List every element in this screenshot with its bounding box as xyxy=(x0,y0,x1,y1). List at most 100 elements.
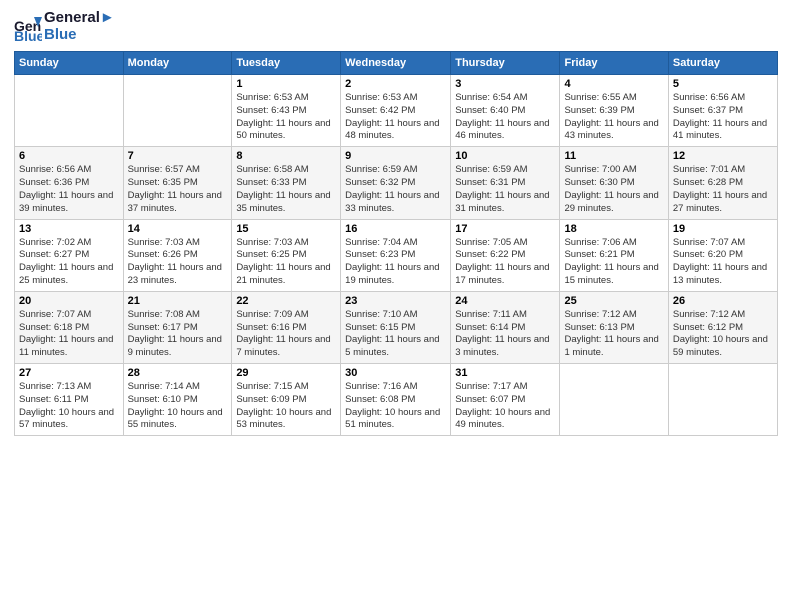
day-info: Sunrise: 6:53 AM Sunset: 6:42 PM Dayligh… xyxy=(345,92,446,143)
day-number: 25 xyxy=(564,295,663,307)
day-number: 2 xyxy=(345,78,446,90)
calendar-cell: 18 Sunrise: 7:06 AM Sunset: 6:21 PM Dayli… xyxy=(560,219,668,291)
weekday-header-sunday: Sunday xyxy=(15,52,124,75)
logo-blue: Blue xyxy=(44,27,115,44)
calendar-cell xyxy=(123,75,232,147)
day-info: Sunrise: 7:07 AM Sunset: 6:18 PM Dayligh… xyxy=(19,309,119,360)
day-number: 1 xyxy=(236,78,336,90)
calendar-cell: 25 Sunrise: 7:12 AM Sunset: 6:13 PM Dayli… xyxy=(560,291,668,363)
calendar-cell: 30 Sunrise: 7:16 AM Sunset: 6:08 PM Dayli… xyxy=(341,364,451,436)
day-info: Sunrise: 7:08 AM Sunset: 6:17 PM Dayligh… xyxy=(128,309,228,360)
svg-text:Blue: Blue xyxy=(14,28,42,41)
day-info: Sunrise: 7:07 AM Sunset: 6:20 PM Dayligh… xyxy=(673,237,773,288)
day-number: 3 xyxy=(455,78,555,90)
day-number: 22 xyxy=(236,295,336,307)
day-number: 4 xyxy=(564,78,663,90)
day-number: 18 xyxy=(564,223,663,235)
calendar-cell: 3Sunrise: 6:54 AM Sunset: 6:40 PM Daylig… xyxy=(451,75,560,147)
calendar-cell: 5 Sunrise: 6:56 AM Sunset: 6:37 PM Daylig… xyxy=(668,75,777,147)
day-number: 16 xyxy=(345,223,446,235)
day-number: 15 xyxy=(236,223,336,235)
day-info: Sunrise: 7:05 AM Sunset: 6:22 PM Dayligh… xyxy=(455,237,555,288)
week-row-5: 27Sunrise: 7:13 AM Sunset: 6:11 PM Dayli… xyxy=(15,364,778,436)
weekday-header-saturday: Saturday xyxy=(668,52,777,75)
calendar-cell: 23 Sunrise: 7:10 AM Sunset: 6:15 PM Dayli… xyxy=(341,291,451,363)
week-row-4: 20Sunrise: 7:07 AM Sunset: 6:18 PM Dayli… xyxy=(15,291,778,363)
day-number: 29 xyxy=(236,367,336,379)
day-info: Sunrise: 7:02 AM Sunset: 6:27 PM Dayligh… xyxy=(19,237,119,288)
day-number: 5 xyxy=(673,78,773,90)
weekday-header-tuesday: Tuesday xyxy=(232,52,341,75)
day-number: 28 xyxy=(128,367,228,379)
day-number: 27 xyxy=(19,367,119,379)
weekday-header-wednesday: Wednesday xyxy=(341,52,451,75)
day-number: 11 xyxy=(564,150,663,162)
calendar-cell: 28 Sunrise: 7:14 AM Sunset: 6:10 PM Dayli… xyxy=(123,364,232,436)
day-info: Sunrise: 7:16 AM Sunset: 6:08 PM Dayligh… xyxy=(345,381,446,432)
weekday-header-monday: Monday xyxy=(123,52,232,75)
day-number: 10 xyxy=(455,150,555,162)
day-number: 21 xyxy=(128,295,228,307)
day-number: 13 xyxy=(19,223,119,235)
day-number: 8 xyxy=(236,150,336,162)
day-info: Sunrise: 6:59 AM Sunset: 6:32 PM Dayligh… xyxy=(345,164,446,215)
calendar-cell: 19 Sunrise: 7:07 AM Sunset: 6:20 PM Dayli… xyxy=(668,219,777,291)
day-info: Sunrise: 7:03 AM Sunset: 6:25 PM Dayligh… xyxy=(236,237,336,288)
calendar-cell: 22 Sunrise: 7:09 AM Sunset: 6:16 PM Dayli… xyxy=(232,291,341,363)
weekday-header-thursday: Thursday xyxy=(451,52,560,75)
calendar-cell xyxy=(668,364,777,436)
week-row-3: 13 Sunrise: 7:02 AM Sunset: 6:27 PM Dayli… xyxy=(15,219,778,291)
calendar-cell: 15 Sunrise: 7:03 AM Sunset: 6:25 PM Dayli… xyxy=(232,219,341,291)
weekday-header-friday: Friday xyxy=(560,52,668,75)
day-info: Sunrise: 7:06 AM Sunset: 6:21 PM Dayligh… xyxy=(564,237,663,288)
day-number: 31 xyxy=(455,367,555,379)
day-number: 12 xyxy=(673,150,773,162)
day-number: 26 xyxy=(673,295,773,307)
day-info: Sunrise: 6:53 AM Sunset: 6:43 PM Dayligh… xyxy=(236,92,336,143)
day-number: 19 xyxy=(673,223,773,235)
day-number: 30 xyxy=(345,367,446,379)
calendar-cell xyxy=(560,364,668,436)
day-info: Sunrise: 7:11 AM Sunset: 6:14 PM Dayligh… xyxy=(455,309,555,360)
calendar-cell: 26 Sunrise: 7:12 AM Sunset: 6:12 PM Dayli… xyxy=(668,291,777,363)
day-info: Sunrise: 7:00 AM Sunset: 6:30 PM Dayligh… xyxy=(564,164,663,215)
calendar-cell: 24 Sunrise: 7:11 AM Sunset: 6:14 PM Dayli… xyxy=(451,291,560,363)
day-number: 14 xyxy=(128,223,228,235)
calendar-cell: 14 Sunrise: 7:03 AM Sunset: 6:26 PM Dayli… xyxy=(123,219,232,291)
day-number: 24 xyxy=(455,295,555,307)
calendar-cell: 4Sunrise: 6:55 AM Sunset: 6:39 PM Daylig… xyxy=(560,75,668,147)
logo-icon: Gen Blue xyxy=(14,13,42,41)
day-info: Sunrise: 7:12 AM Sunset: 6:13 PM Dayligh… xyxy=(564,309,663,360)
day-info: Sunrise: 7:01 AM Sunset: 6:28 PM Dayligh… xyxy=(673,164,773,215)
calendar-cell: 7Sunrise: 6:57 AM Sunset: 6:35 PM Daylig… xyxy=(123,147,232,219)
calendar-cell: 20Sunrise: 7:07 AM Sunset: 6:18 PM Dayli… xyxy=(15,291,124,363)
day-info: Sunrise: 7:10 AM Sunset: 6:15 PM Dayligh… xyxy=(345,309,446,360)
calendar-cell: 27Sunrise: 7:13 AM Sunset: 6:11 PM Dayli… xyxy=(15,364,124,436)
calendar-cell: 17Sunrise: 7:05 AM Sunset: 6:22 PM Dayli… xyxy=(451,219,560,291)
calendar-cell: 11 Sunrise: 7:00 AM Sunset: 6:30 PM Dayli… xyxy=(560,147,668,219)
calendar-cell: 8Sunrise: 6:58 AM Sunset: 6:33 PM Daylig… xyxy=(232,147,341,219)
day-number: 9 xyxy=(345,150,446,162)
calendar-cell: 21 Sunrise: 7:08 AM Sunset: 6:17 PM Dayli… xyxy=(123,291,232,363)
calendar-cell: 13 Sunrise: 7:02 AM Sunset: 6:27 PM Dayli… xyxy=(15,219,124,291)
day-info: Sunrise: 7:03 AM Sunset: 6:26 PM Dayligh… xyxy=(128,237,228,288)
day-number: 7 xyxy=(128,150,228,162)
day-info: Sunrise: 7:14 AM Sunset: 6:10 PM Dayligh… xyxy=(128,381,228,432)
day-info: Sunrise: 6:56 AM Sunset: 6:36 PM Dayligh… xyxy=(19,164,119,215)
week-row-1: 1 Sunrise: 6:53 AM Sunset: 6:43 PM Daylig… xyxy=(15,75,778,147)
weekday-header-row: SundayMondayTuesdayWednesdayThursdayFrid… xyxy=(15,52,778,75)
week-row-2: 6Sunrise: 6:56 AM Sunset: 6:36 PM Daylig… xyxy=(15,147,778,219)
calendar-cell: 6Sunrise: 6:56 AM Sunset: 6:36 PM Daylig… xyxy=(15,147,124,219)
calendar-cell: 2 Sunrise: 6:53 AM Sunset: 6:42 PM Daylig… xyxy=(341,75,451,147)
day-info: Sunrise: 7:15 AM Sunset: 6:09 PM Dayligh… xyxy=(236,381,336,432)
calendar-cell: 1 Sunrise: 6:53 AM Sunset: 6:43 PM Daylig… xyxy=(232,75,341,147)
calendar-cell: 16 Sunrise: 7:04 AM Sunset: 6:23 PM Dayli… xyxy=(341,219,451,291)
logo-icon-arrow: ► xyxy=(100,9,115,26)
day-info: Sunrise: 6:59 AM Sunset: 6:31 PM Dayligh… xyxy=(455,164,555,215)
day-info: Sunrise: 7:09 AM Sunset: 6:16 PM Dayligh… xyxy=(236,309,336,360)
day-info: Sunrise: 7:12 AM Sunset: 6:12 PM Dayligh… xyxy=(673,309,773,360)
day-info: Sunrise: 6:56 AM Sunset: 6:37 PM Dayligh… xyxy=(673,92,773,143)
calendar-table: SundayMondayTuesdayWednesdayThursdayFrid… xyxy=(14,51,778,436)
day-number: 23 xyxy=(345,295,446,307)
day-info: Sunrise: 7:04 AM Sunset: 6:23 PM Dayligh… xyxy=(345,237,446,288)
